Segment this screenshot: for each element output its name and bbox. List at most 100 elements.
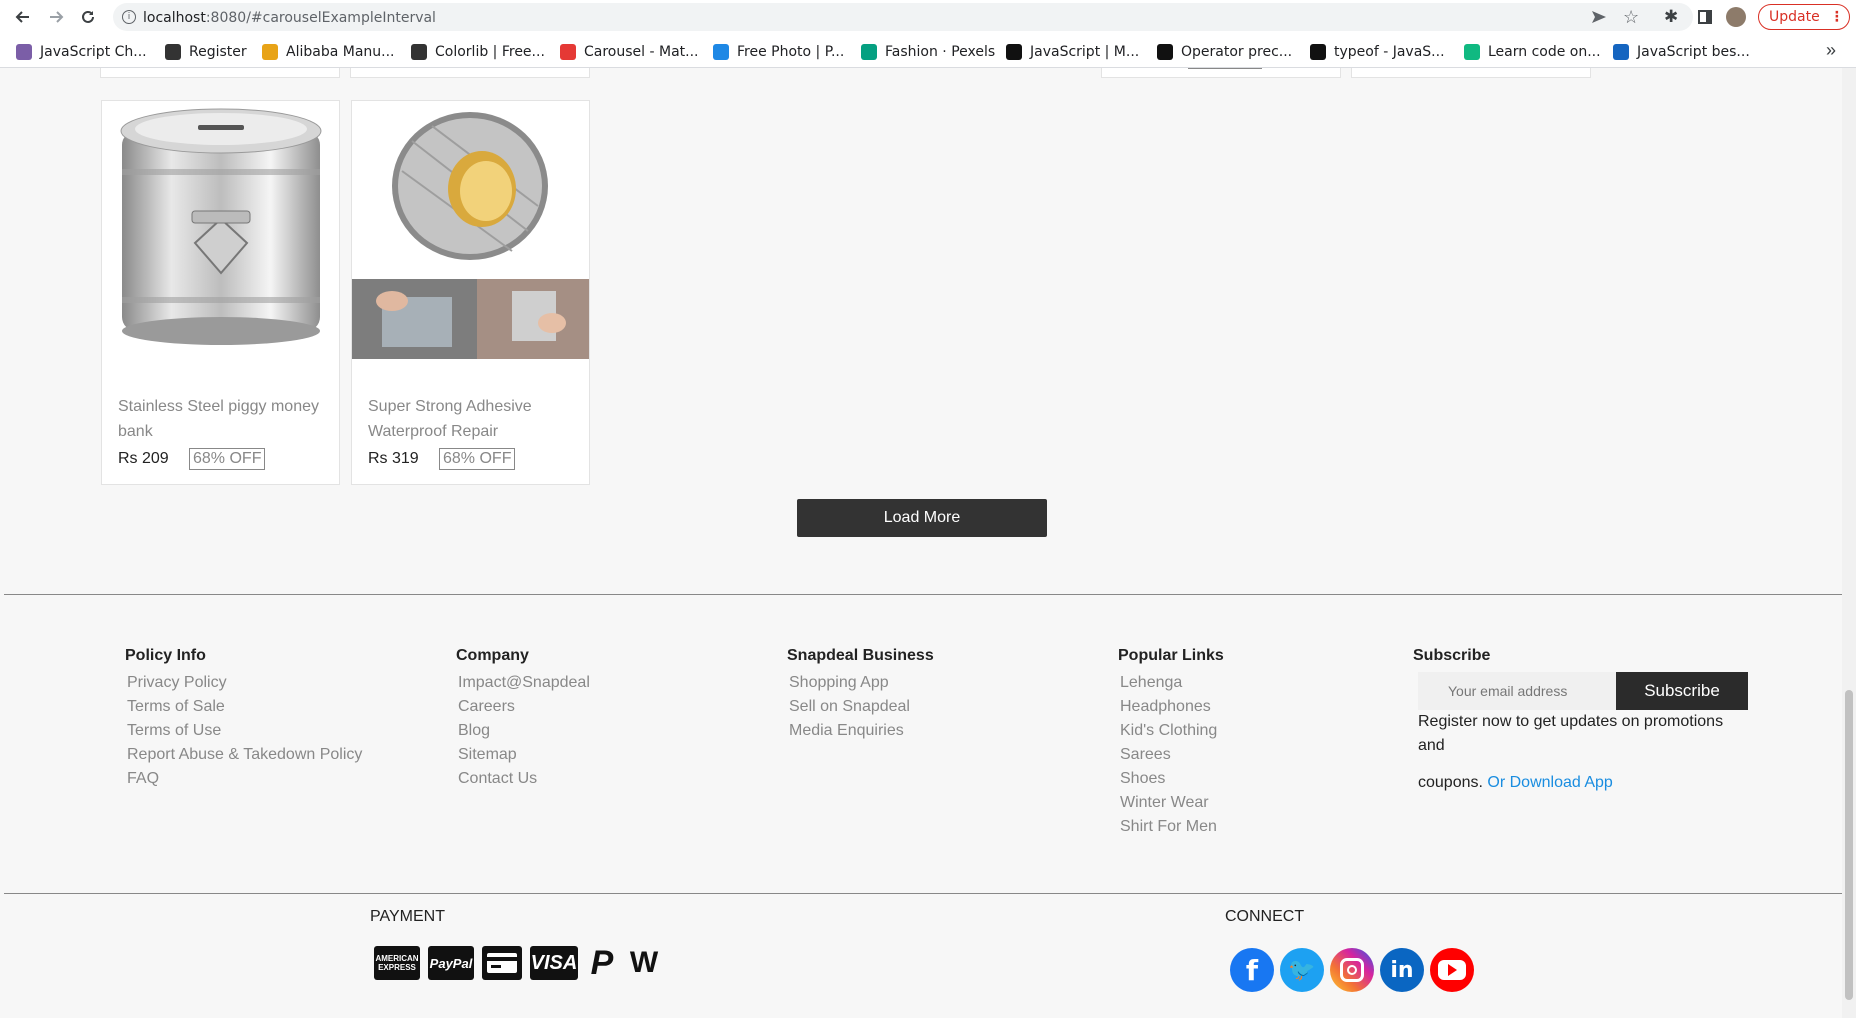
subscribe-description: Register now to get updates on promotion… bbox=[1418, 713, 1724, 754]
scrollbar-thumb[interactable] bbox=[1845, 690, 1853, 1000]
footer-link[interactable]: Sell on Snapdeal bbox=[787, 695, 934, 719]
product-card[interactable]: Super Strong Adhesive Waterproof Repair … bbox=[351, 100, 590, 485]
payment-divider bbox=[4, 893, 1842, 894]
bookmark-item[interactable]: Free Photo | P... bbox=[713, 42, 844, 62]
forward-icon[interactable] bbox=[45, 6, 67, 28]
bookmark-item[interactable]: JavaScript | M... bbox=[1006, 42, 1139, 62]
footer-link[interactable]: Impact@Snapdeal bbox=[456, 671, 590, 695]
bookmark-item[interactable]: JavaScript Ch... bbox=[16, 42, 147, 62]
adhesive-tape-image[interactable] bbox=[352, 101, 589, 359]
bookmark-label: JavaScript | M... bbox=[1030, 44, 1140, 60]
product-card-stub[interactable] bbox=[100, 68, 340, 78]
footer-heading: Subscribe bbox=[1413, 647, 1491, 664]
footer-link[interactable]: Media Enquiries bbox=[787, 719, 934, 743]
send-icon[interactable] bbox=[1591, 10, 1607, 29]
back-icon[interactable] bbox=[12, 6, 34, 28]
reload-icon[interactable] bbox=[77, 6, 99, 28]
bookmark-label: Carousel - Mat... bbox=[584, 44, 699, 60]
side-panel-icon[interactable] bbox=[1698, 10, 1712, 24]
amex-icon: AMERICAN EXPRESS bbox=[374, 946, 420, 980]
extensions-icon[interactable]: ✱ bbox=[1664, 7, 1678, 27]
footer-link[interactable]: Report Abuse & Takedown Policy bbox=[125, 743, 362, 767]
bookmark-item[interactable]: typeof - JavaS... bbox=[1310, 42, 1445, 62]
payment-title: PAYMENT bbox=[370, 908, 445, 925]
download-app-link[interactable]: Or Download App bbox=[1487, 774, 1612, 791]
footer-link[interactable]: Privacy Policy bbox=[125, 671, 362, 695]
footer-divider bbox=[4, 594, 1842, 595]
paypal-p-icon: P bbox=[590, 943, 614, 982]
footer-link[interactable]: Lehenga bbox=[1118, 671, 1224, 695]
load-more-button[interactable]: Load More bbox=[797, 499, 1047, 537]
bookmark-item[interactable]: Learn code on... bbox=[1464, 42, 1601, 62]
bookmark-item[interactable]: JavaScript bes... bbox=[1613, 42, 1750, 62]
bookmark-label: Free Photo | P... bbox=[737, 44, 845, 60]
bookmarks-overflow-icon[interactable]: » bbox=[1826, 40, 1836, 61]
bookmark-favicon-icon bbox=[560, 44, 576, 60]
bookmark-item[interactable]: Colorlib | Free... bbox=[411, 42, 545, 62]
bookmark-item[interactable]: Carousel - Mat... bbox=[560, 42, 699, 62]
email-input[interactable]: Your email address bbox=[1418, 672, 1616, 710]
profile-avatar[interactable] bbox=[1726, 7, 1746, 27]
footer-link[interactable]: Contact Us bbox=[456, 767, 590, 791]
payment-methods: AMERICAN EXPRESS PayPal VISA P W bbox=[374, 943, 662, 982]
footer-link[interactable]: FAQ bbox=[125, 767, 362, 791]
bookmark-star-icon[interactable]: ☆ bbox=[1623, 7, 1639, 28]
url-text[interactable]: localhost:8080/#carouselExampleInterval bbox=[143, 10, 436, 26]
footer-link[interactable]: Careers bbox=[456, 695, 590, 719]
vertical-scrollbar[interactable] bbox=[1842, 68, 1856, 1018]
bookmarks-bar: JavaScript Ch... Register Alibaba Manu... C… bbox=[0, 34, 1856, 68]
bookmark-favicon-icon bbox=[1464, 44, 1480, 60]
bookmark-label: Operator prec... bbox=[1181, 44, 1293, 60]
address-bar[interactable]: i localhost:8080/#carouselExampleInterva… bbox=[113, 3, 1693, 31]
bookmark-favicon-icon bbox=[1157, 44, 1173, 60]
youtube-icon[interactable] bbox=[1430, 948, 1474, 992]
more-menu-icon: ⋮ bbox=[1829, 9, 1844, 25]
footer-link[interactable]: Blog bbox=[456, 719, 590, 743]
discount-badge: 68% OFF bbox=[439, 448, 516, 470]
bookmark-favicon-icon bbox=[713, 44, 729, 60]
facebook-icon[interactable]: f bbox=[1230, 948, 1274, 992]
footer-link[interactable]: Terms of Sale bbox=[125, 695, 362, 719]
subscribe-button[interactable]: Subscribe bbox=[1616, 672, 1748, 710]
product-title[interactable]: Stainless Steel piggy money bank bbox=[118, 394, 328, 444]
footer-policy-column: Policy Info Privacy Policy Terms of Sale T… bbox=[125, 647, 362, 791]
footer-link[interactable]: Sitemap bbox=[456, 743, 590, 767]
footer-link[interactable]: Winter Wear bbox=[1118, 791, 1224, 815]
wallet-icon: W bbox=[629, 946, 659, 979]
bookmark-label: Learn code on... bbox=[1488, 44, 1601, 60]
bookmark-favicon-icon bbox=[1006, 44, 1022, 60]
bookmark-item[interactable]: Register bbox=[165, 42, 247, 62]
bookmark-favicon-icon bbox=[16, 44, 32, 60]
footer-link[interactable]: Shoes bbox=[1118, 767, 1224, 791]
bookmark-item[interactable]: Fashion · Pexels bbox=[861, 42, 995, 62]
bookmark-item[interactable]: Alibaba Manu... bbox=[262, 42, 395, 62]
update-button[interactable]: Update ⋮ bbox=[1758, 4, 1850, 30]
twitter-icon[interactable]: 🐦 bbox=[1280, 948, 1324, 992]
bookmark-favicon-icon bbox=[1613, 44, 1629, 60]
steel-tin-image[interactable] bbox=[102, 101, 339, 359]
bookmark-favicon-icon bbox=[411, 44, 427, 60]
footer-company-column: Company Impact@Snapdeal Careers Blog Sitema… bbox=[456, 647, 590, 791]
info-icon[interactable]: i bbox=[122, 10, 136, 24]
footer-subscribe-column: Subscribe bbox=[1413, 647, 1490, 671]
product-card-stub[interactable] bbox=[350, 68, 590, 78]
footer-link[interactable]: Shirt For Men bbox=[1118, 815, 1224, 839]
product-price: Rs 319 bbox=[368, 450, 419, 467]
bookmark-label: Colorlib | Free... bbox=[435, 44, 545, 60]
product-card[interactable]: Stainless Steel piggy money bank Rs 209 … bbox=[101, 100, 340, 485]
footer-link[interactable]: Sarees bbox=[1118, 743, 1224, 767]
footer-link[interactable]: Terms of Use bbox=[125, 719, 362, 743]
social-links: f 🐦 in bbox=[1230, 948, 1474, 992]
product-card-stub[interactable] bbox=[1101, 68, 1341, 78]
footer-popular-column: Popular Links Lehenga Headphones Kid's Clo… bbox=[1118, 647, 1224, 839]
bookmark-label: JavaScript Ch... bbox=[40, 44, 147, 60]
footer-link[interactable]: Shopping App bbox=[787, 671, 934, 695]
footer-link[interactable]: Headphones bbox=[1118, 695, 1224, 719]
footer-link[interactable]: Kid's Clothing bbox=[1118, 719, 1224, 743]
linkedin-icon[interactable]: in bbox=[1380, 948, 1424, 992]
product-title[interactable]: Super Strong Adhesive Waterproof Repair bbox=[368, 394, 578, 444]
bookmark-label: Alibaba Manu... bbox=[286, 44, 395, 60]
bookmark-item[interactable]: Operator prec... bbox=[1157, 42, 1292, 62]
product-card-stub[interactable] bbox=[1351, 68, 1591, 78]
instagram-icon[interactable] bbox=[1330, 948, 1374, 992]
